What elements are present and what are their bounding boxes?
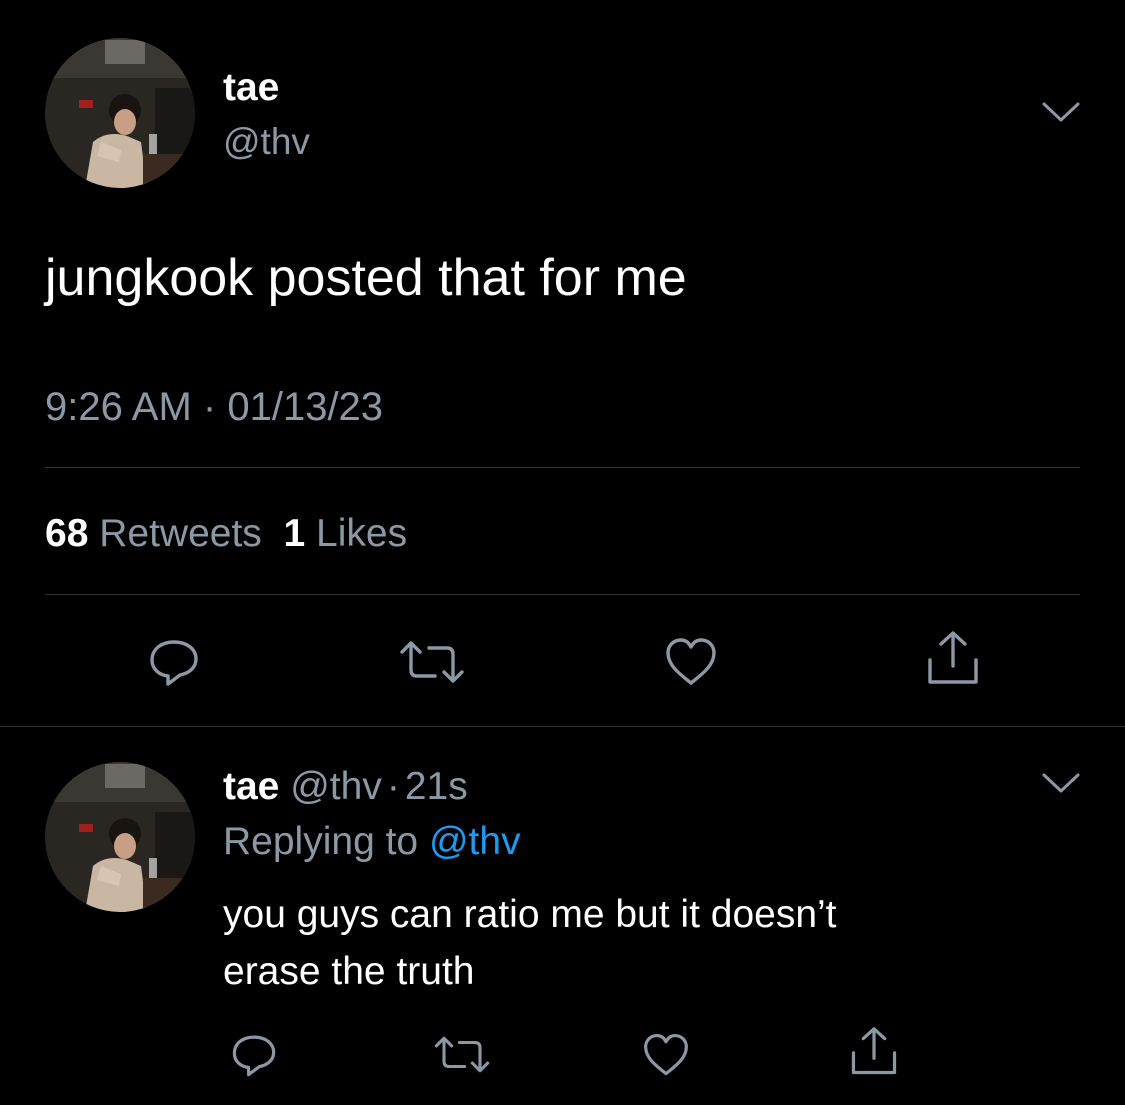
like-label: Likes bbox=[316, 512, 408, 555]
retweet-arrows-icon bbox=[434, 1036, 490, 1073]
like-count: 1 bbox=[283, 512, 306, 555]
tweet-timestamp[interactable]: 9:26 AM · 01/13/23 bbox=[45, 385, 383, 430]
tweet-text: jungkook posted that for me bbox=[45, 249, 687, 307]
tweet-age[interactable]: 21s bbox=[405, 765, 468, 808]
more-options-button[interactable] bbox=[1041, 771, 1081, 802]
retweets-stat[interactable]: 68 Retweets bbox=[45, 512, 262, 555]
retweet-count: 68 bbox=[45, 512, 89, 555]
divider bbox=[45, 594, 1080, 595]
divider bbox=[0, 726, 1125, 727]
author-handle[interactable]: @thv bbox=[290, 765, 382, 808]
replying-to: Replying to @thv bbox=[223, 820, 521, 864]
like-button[interactable] bbox=[663, 636, 719, 693]
heart-outline-icon bbox=[666, 638, 716, 685]
retweet-button[interactable] bbox=[397, 636, 467, 693]
replying-to-label: Replying to bbox=[223, 820, 419, 863]
share-upload-icon bbox=[928, 631, 978, 684]
author-name[interactable]: tae bbox=[223, 765, 279, 808]
likes-stat[interactable]: 1 Likes bbox=[283, 512, 407, 555]
retweet-label: Retweets bbox=[99, 512, 262, 555]
author-handle[interactable]: @thv bbox=[223, 121, 310, 163]
tweet-date: 01/13/23 bbox=[227, 385, 384, 429]
meta-separator: · bbox=[386, 765, 400, 808]
divider bbox=[45, 467, 1080, 468]
share-upload-icon bbox=[851, 1027, 897, 1075]
chevron-down-icon bbox=[1042, 102, 1080, 122]
replying-to-handle[interactable]: @thv bbox=[429, 820, 521, 863]
share-button[interactable] bbox=[925, 630, 981, 693]
retweet-arrows-icon bbox=[400, 641, 464, 683]
more-options-button[interactable] bbox=[1041, 100, 1081, 131]
reply-text-line2: erase the truth bbox=[223, 950, 475, 993]
speech-bubble-icon bbox=[150, 640, 198, 686]
retweet-button[interactable] bbox=[432, 1032, 492, 1082]
tweet-stats: 68 Retweets 1 Likes bbox=[45, 512, 407, 556]
reply-text-line1: you guys can ratio me but it doesn’t bbox=[223, 893, 837, 936]
meta-separator: · bbox=[202, 385, 217, 429]
avatar[interactable] bbox=[45, 38, 195, 188]
avatar[interactable] bbox=[45, 762, 195, 912]
reply-button[interactable] bbox=[229, 1030, 279, 1085]
share-button[interactable] bbox=[849, 1026, 899, 1083]
reply-button[interactable] bbox=[146, 634, 202, 695]
speech-bubble-icon bbox=[232, 1035, 276, 1077]
reply-header: tae @thv · 21s bbox=[223, 765, 468, 809]
like-button[interactable] bbox=[641, 1032, 691, 1083]
chevron-down-icon bbox=[1042, 773, 1080, 793]
author-name[interactable]: tae bbox=[223, 66, 279, 110]
heart-outline-icon bbox=[644, 1033, 688, 1076]
tweet-time: 9:26 AM bbox=[45, 385, 192, 429]
